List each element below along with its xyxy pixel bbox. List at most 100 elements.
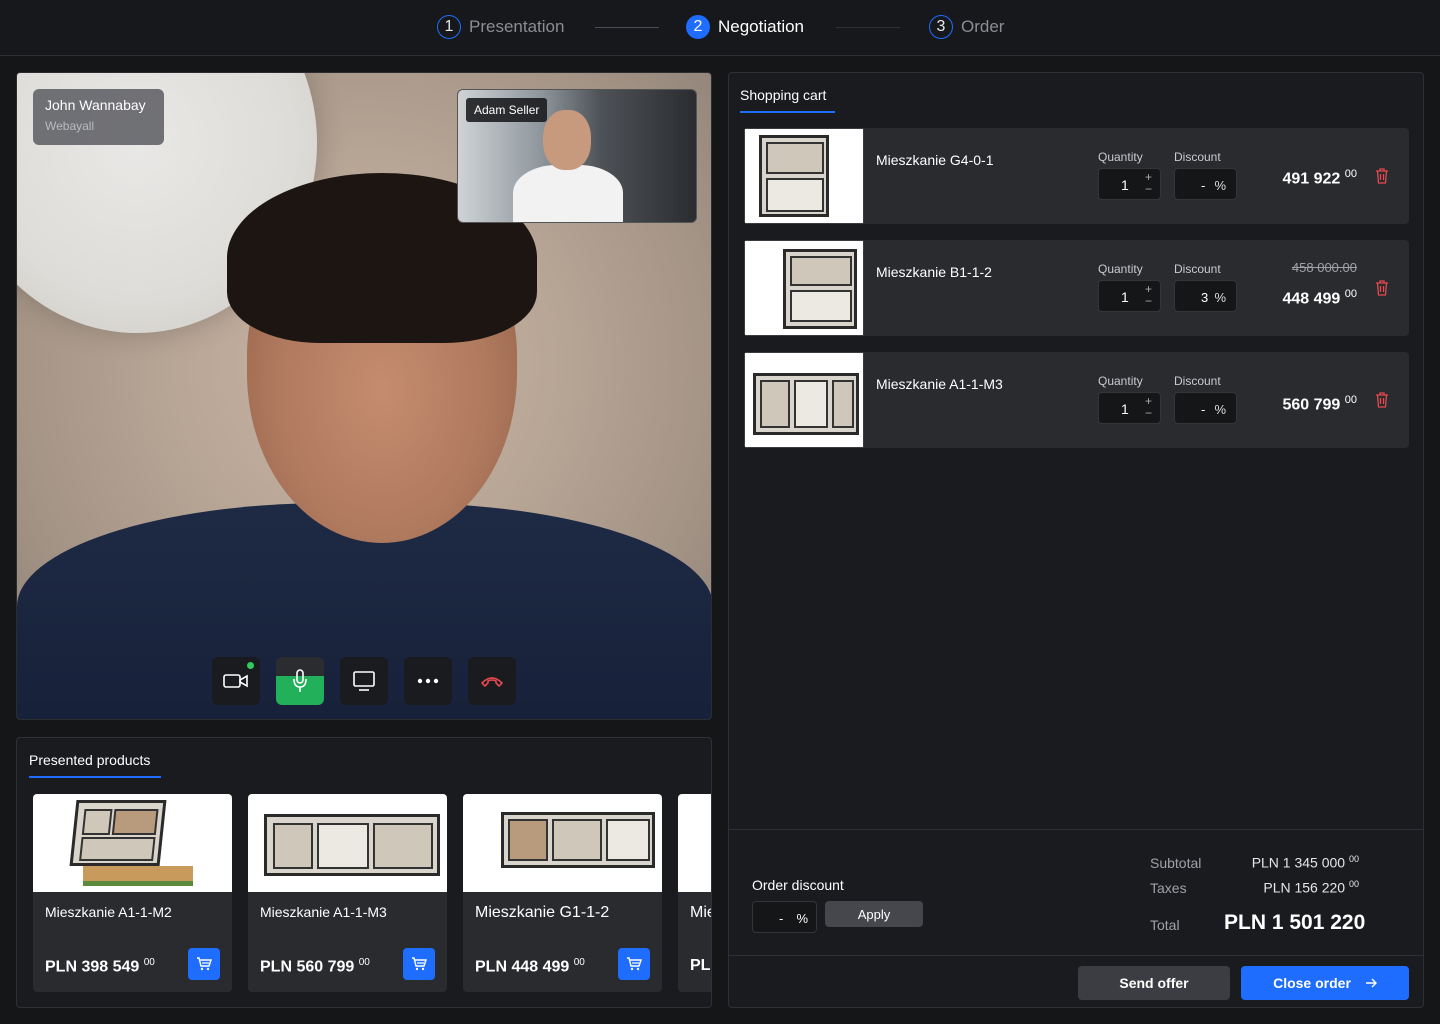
discount-input[interactable]: 3 % [1174,280,1237,312]
product-card[interactable]: Mieszkanie G1-1-2 PLN 448 499 00 [463,794,662,992]
plan-room [794,380,828,428]
tab-underline [29,776,161,778]
step-negotiation[interactable]: 2 Negotiation [686,15,804,39]
quantity-stepper[interactable]: 1 + − [1098,168,1161,200]
step-order[interactable]: 3 Order [929,15,1004,39]
subtotal-value: PLN 1 345 000 00 [1252,854,1359,871]
order-discount-label: Order discount [752,877,844,893]
product-title: Mieszkanie G1-1-2 [475,904,610,921]
tab-presented-products[interactable]: Presented products [29,752,161,778]
screen-share-icon [353,671,375,691]
floor-plan [69,800,167,866]
cart-item-price: 448 499 00 [1282,288,1357,308]
discount-value: - [1201,402,1206,417]
cart-item: Mieszkanie A1-1-M3 Quantity Discount 1 +… [744,352,1409,448]
cart-icon [627,957,642,971]
self-view-video[interactable]: Adam Seller [457,89,697,223]
floor-plan-image [463,794,662,892]
product-card[interactable]: Mieszkanie A1-1-M3 PLN 560 799 00 [248,794,447,992]
shopping-cart-panel: Shopping cart Mieszkanie G4-0-1 Quantity… [728,72,1424,1008]
floor-plan [264,814,440,876]
trash-icon[interactable] [1375,392,1389,408]
close-order-button[interactable]: Close order [1241,966,1409,1000]
divider [729,955,1423,956]
plus-minus-icon[interactable]: + − [1145,283,1152,307]
send-offer-button[interactable]: Send offer [1078,966,1230,1000]
plan-room [790,290,852,322]
product-price: PLN 560 799 00 [260,957,370,976]
step-label: Negotiation [718,17,805,36]
discount-value: - [1201,178,1206,193]
product-title: Mie [690,904,711,921]
divider [729,829,1423,830]
plan-room [508,819,548,861]
trash-icon[interactable] [1375,280,1389,296]
step-presentation[interactable]: 1 Presentation [437,15,564,39]
add-to-cart-button[interactable] [403,948,435,980]
plan-room [766,142,824,174]
order-discount-input[interactable]: - % [752,901,817,933]
percent-symbol: % [1214,178,1226,193]
quantity-value: 1 [1121,177,1129,193]
product-card[interactable]: Mie PLI [678,794,711,992]
hang-up-button[interactable] [468,657,516,705]
presented-products-panel: Presented products Mieszkanie A1-1-M2 PL… [16,737,712,1008]
product-price: PLN 448 499 00 [475,957,585,976]
tab-label: Presented products [29,752,151,768]
discount-input[interactable]: - % [1174,168,1237,200]
cart-item-price: 560 799 00 [1282,394,1357,414]
tab-shopping-cart[interactable]: Shopping cart [740,87,835,113]
caller-name-tag: John Wannabay Webayall [33,89,164,145]
cart-icon [197,957,212,971]
floor-plan [783,249,857,329]
plan-room [81,809,113,835]
camera-button[interactable] [212,657,260,705]
price-cents: 00 [573,957,585,968]
apply-button[interactable]: Apply [825,901,923,927]
plus-minus-icon[interactable]: + − [1145,395,1152,419]
more-button[interactable] [404,657,452,705]
percent-symbol: % [796,911,808,926]
plan-room [606,819,650,861]
quantity-stepper[interactable]: 1 + − [1098,280,1161,312]
trash-icon[interactable] [1375,168,1389,184]
add-to-cart-button[interactable] [618,948,650,980]
arrow-right-icon [1365,978,1377,988]
plan-terrace [463,844,504,868]
plan-room [79,837,156,861]
add-to-cart-button[interactable] [188,948,220,980]
percent-symbol: % [1214,290,1226,305]
percent-symbol: % [1214,402,1226,417]
floor-plan-image [744,128,864,224]
subtotal-amount: PLN 1 345 000 [1251,854,1346,871]
plan-room [373,823,433,869]
floor-plan-image [678,794,711,892]
plus-minus-icon[interactable]: + − [1145,171,1152,195]
price-main: PLN 560 799 [260,958,355,976]
floor-plan [501,812,655,868]
price-main: PLN 398 549 [45,958,140,976]
cart-icon [412,957,427,971]
floor-plan-image [744,352,864,448]
progress-stepper: 1 Presentation 2 Negotiation 3 Order [0,0,1440,56]
call-controls [212,657,516,705]
plan-room [317,823,369,869]
discount-input[interactable]: - % [1174,392,1237,424]
quantity-value: 1 [1121,289,1129,305]
price-main: 448 499 [1282,290,1341,308]
more-icon [417,678,439,684]
price-cents: 00 [1344,168,1357,180]
plan-room [832,380,854,428]
step-number: 2 [686,15,710,39]
quantity-stepper[interactable]: 1 + − [1098,392,1161,424]
product-card[interactable]: Mieszkanie A1-1-M2 PLN 398 549 00 [33,794,232,992]
microphone-button[interactable] [276,657,324,705]
quantity-label: Quantity [1098,262,1143,276]
price-cents: 00 [1344,394,1357,406]
total-value: PLN 1 501 220 [1224,911,1366,934]
price-cents: 00 [358,957,370,968]
taxes-label: Taxes [1150,880,1187,896]
floor-plan-image [744,240,864,336]
original-price: 458 000.00 [1291,260,1357,275]
screen-share-button[interactable] [340,657,388,705]
